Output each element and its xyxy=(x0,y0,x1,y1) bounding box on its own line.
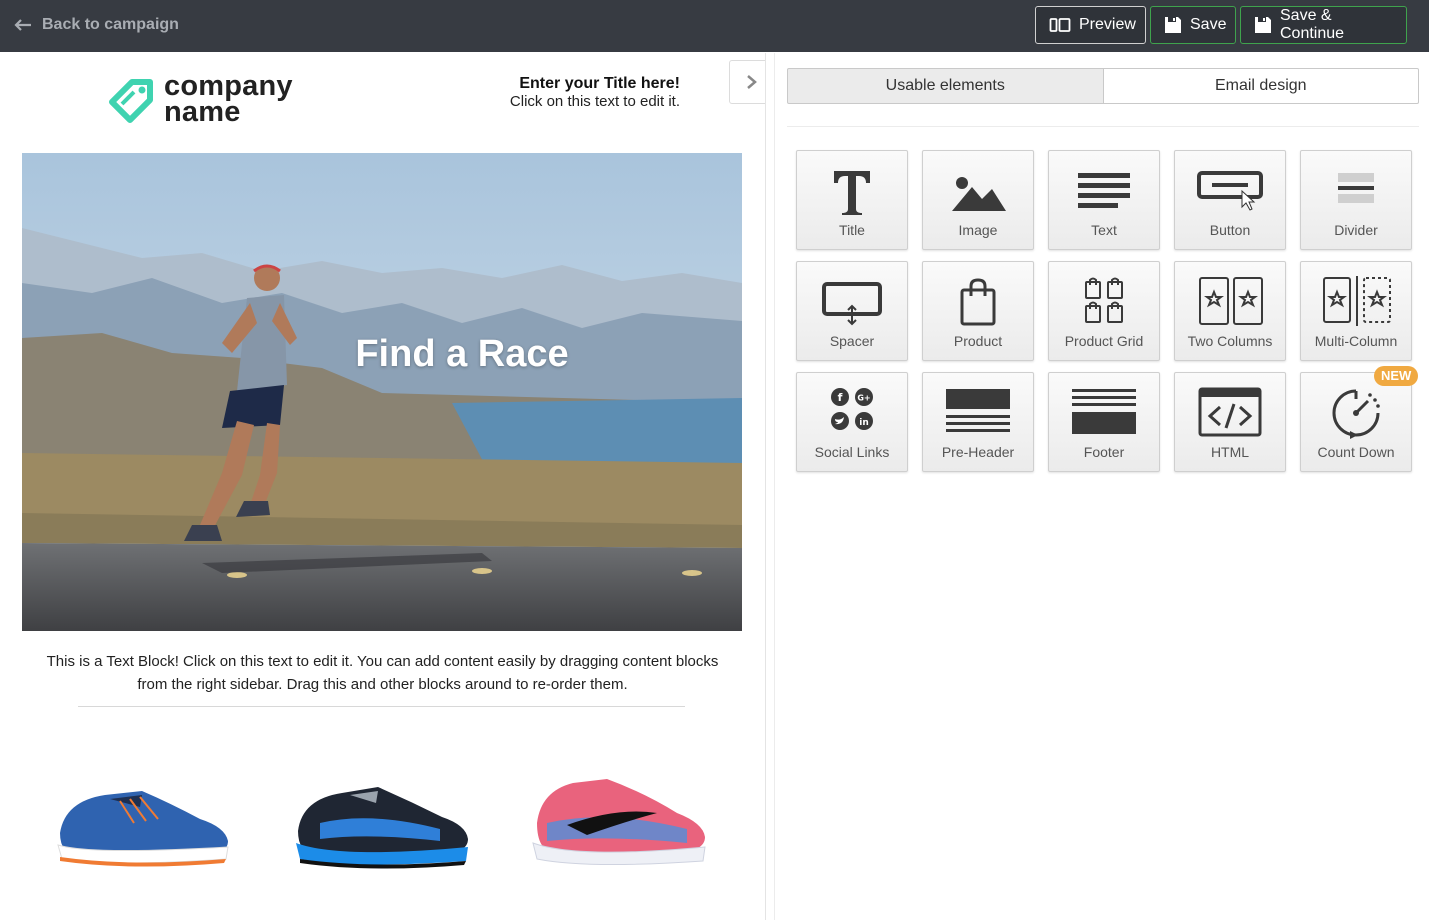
save-and-continue-label: Save & Continue xyxy=(1280,7,1345,42)
two-columns-icon xyxy=(1199,277,1263,325)
blue-running-shoe xyxy=(57,791,229,867)
arrow-left-icon xyxy=(14,19,31,31)
element-divider[interactable]: Divider xyxy=(1300,150,1412,250)
title-icon xyxy=(834,171,870,215)
html-code-icon xyxy=(1198,387,1262,437)
social-links-icon: f G+ in xyxy=(831,388,873,430)
element-label: Spacer xyxy=(829,333,875,349)
svg-text:f: f xyxy=(838,391,843,404)
runner-photo xyxy=(22,153,742,631)
element-label: Social Links xyxy=(814,444,890,460)
preview-button[interactable]: Preview xyxy=(1035,6,1146,44)
hero-image[interactable]: Find a Race xyxy=(22,153,742,631)
save-label: Save xyxy=(1190,16,1227,33)
save-and-continue-button[interactable]: Save & Continue xyxy=(1240,6,1407,44)
element-button[interactable]: Button xyxy=(1174,150,1286,250)
element-image[interactable]: Image xyxy=(922,150,1034,250)
preview-label: Preview xyxy=(1079,16,1136,33)
svg-text:G+: G+ xyxy=(857,394,870,403)
element-two-columns[interactable]: Two Columns xyxy=(1174,261,1286,361)
tab-email-design[interactable]: Email design xyxy=(1103,68,1419,104)
panel-tabs: Usable elements Email design xyxy=(787,68,1419,104)
element-title[interactable]: Title xyxy=(796,150,908,250)
floppy-disk-icon xyxy=(1255,17,1271,33)
floppy-disk-icon xyxy=(1165,17,1181,33)
element-count-down[interactable]: Count Down xyxy=(1300,372,1412,472)
element-spacer[interactable]: Spacer xyxy=(796,261,908,361)
element-html[interactable]: HTML xyxy=(1174,372,1286,472)
back-label: Back to campaign xyxy=(42,16,179,33)
pre-header-icon xyxy=(946,389,1010,432)
company-logo[interactable]: company name xyxy=(108,72,293,128)
product-image-shoe-3[interactable] xyxy=(527,763,707,873)
shopping-bag-icon xyxy=(960,278,996,326)
element-social-links[interactable]: f G+ in Social Links xyxy=(796,372,908,472)
new-badge: NEW xyxy=(1374,366,1419,386)
logo-text: company name xyxy=(164,72,293,128)
image-icon xyxy=(952,177,1006,211)
element-text[interactable]: Text xyxy=(1048,150,1160,250)
content-divider xyxy=(78,706,685,707)
canvas-panel-divider xyxy=(765,53,766,920)
header-title[interactable]: Enter your Title here! xyxy=(380,74,680,93)
divider-icon xyxy=(1338,173,1374,203)
back-to-campaign-link[interactable]: Back to campaign xyxy=(14,14,179,36)
countdown-timer-icon xyxy=(1332,389,1380,439)
multi-column-icon xyxy=(1323,276,1391,326)
tabs-separator xyxy=(787,126,1419,127)
collapse-panel-button[interactable] xyxy=(729,60,765,104)
spacer-icon xyxy=(822,282,882,326)
header-subtitle[interactable]: Click on this text to edit it. xyxy=(380,93,680,111)
element-label: Text xyxy=(1091,222,1117,238)
element-label: Count Down xyxy=(1317,444,1395,460)
svg-text:in: in xyxy=(859,418,869,428)
element-label: Two Columns xyxy=(1187,333,1273,349)
tab-usable-elements[interactable]: Usable elements xyxy=(787,68,1104,104)
element-label: HTML xyxy=(1210,444,1250,460)
top-toolbar: Back to campaign Preview Save Save & Con… xyxy=(0,0,1429,52)
header-title-block[interactable]: Enter your Title here! Click on this tex… xyxy=(380,74,680,111)
save-button[interactable]: Save xyxy=(1150,6,1236,44)
pink-running-shoe xyxy=(532,779,706,866)
product-image-shoe-1[interactable] xyxy=(50,763,230,873)
element-label: Multi-Column xyxy=(1314,333,1398,349)
product-image-shoe-2[interactable] xyxy=(290,763,470,873)
element-multi-column[interactable]: Multi-Column xyxy=(1300,261,1412,361)
hero-headline[interactable]: Find a Race xyxy=(22,333,742,376)
element-label: Title xyxy=(839,222,865,238)
tag-logo-icon xyxy=(109,79,153,123)
element-label: Button xyxy=(1209,222,1251,238)
element-label: Footer xyxy=(1083,444,1125,460)
element-product-grid[interactable]: Product Grid xyxy=(1048,261,1160,361)
element-label: Pre-Header xyxy=(941,444,1015,460)
text-block[interactable]: This is a Text Block! Click on this text… xyxy=(40,650,725,696)
text-icon xyxy=(1078,173,1130,208)
element-label: Divider xyxy=(1334,222,1378,238)
logo-text-line2: name xyxy=(164,96,241,128)
email-canvas: company name Enter your Title here! Clic… xyxy=(0,53,765,920)
black-blue-running-shoe xyxy=(296,787,468,869)
product-grid-icon xyxy=(1085,277,1123,323)
element-pre-header[interactable]: Pre-Header xyxy=(922,372,1034,472)
chevron-right-icon xyxy=(747,75,757,89)
element-label: Product Grid xyxy=(1064,333,1144,349)
button-icon xyxy=(1197,171,1263,211)
element-label: Image xyxy=(958,222,998,238)
footer-icon xyxy=(1072,389,1136,434)
element-product[interactable]: Product xyxy=(922,261,1034,361)
elements-panel: Usable elements Email design Title Image… xyxy=(775,53,1429,920)
device-preview-icon xyxy=(1049,18,1071,32)
element-label: Product xyxy=(953,333,1003,349)
element-footer[interactable]: Footer xyxy=(1048,372,1160,472)
